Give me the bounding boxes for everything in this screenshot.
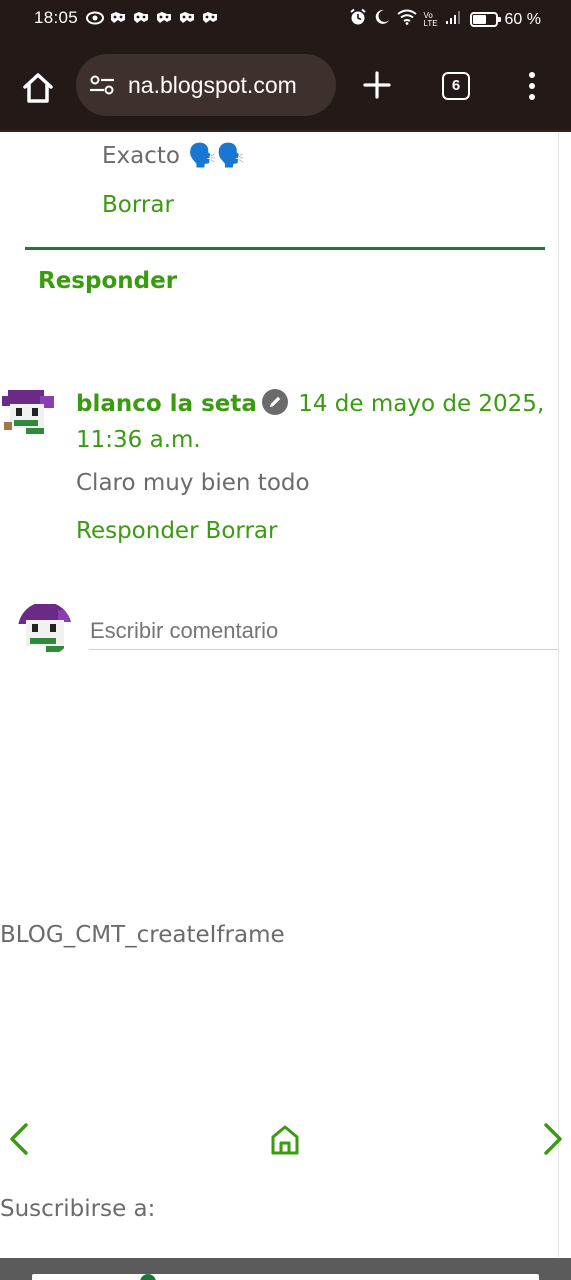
battery-icon (469, 12, 501, 27)
game-icon (178, 10, 195, 24)
more-vert-icon[interactable] (524, 70, 540, 102)
chevron-left-icon (6, 1123, 32, 1160)
status-time: 18:05 (34, 8, 79, 27)
alarm-icon (349, 8, 367, 31)
url-bar[interactable]: na.blogspot.com (76, 54, 336, 116)
battery-level (472, 15, 486, 24)
site-settings-icon[interactable] (88, 73, 118, 97)
thread-divider (25, 247, 545, 250)
home-link-button[interactable] (270, 1124, 300, 1156)
toolbar-divider (0, 130, 571, 132)
reply-button[interactable]: Responder (38, 268, 177, 294)
comment-author[interactable]: blanco la seta (76, 391, 257, 417)
chevron-right-icon (540, 1123, 566, 1160)
new-tab-button[interactable] (362, 70, 392, 100)
scrollbar[interactable] (558, 132, 571, 1257)
delete-link[interactable]: Borrar (206, 518, 278, 544)
home-button[interactable] (18, 68, 58, 108)
reply-link[interactable]: Responder (76, 518, 199, 544)
comment-body: Claro muy bien todo (76, 470, 310, 496)
moon-icon (374, 9, 390, 30)
browser-toolbar: na.blogspot.com 6 (0, 36, 571, 130)
previous-reply-text: Exacto (102, 142, 180, 169)
older-post-button[interactable] (540, 1122, 566, 1156)
speaking-head-emoji: 🗣️🗣️ (187, 143, 246, 169)
previous-reply: Exacto 🗣️🗣️ (102, 142, 246, 170)
game-icon (155, 10, 172, 24)
battery-percent: 60 % (504, 10, 541, 28)
wifi-icon (396, 9, 417, 30)
notification-icons (86, 10, 218, 25)
game-icon (109, 10, 126, 24)
game-icon (201, 10, 218, 24)
edit-icon (261, 388, 289, 416)
home-icon (18, 73, 58, 112)
avatar[interactable] (0, 386, 56, 446)
newer-post-button[interactable] (6, 1122, 32, 1156)
url-text[interactable]: na.blogspot.com (128, 72, 328, 99)
signal-icon (445, 9, 463, 30)
comment-actions: Responder Borrar (76, 518, 277, 544)
plus-icon (362, 71, 392, 104)
delete-link[interactable]: Borrar (102, 192, 174, 218)
subscribe-label: Suscribirse a: (0, 1196, 156, 1222)
game-icon (132, 10, 149, 24)
home-icon (270, 1125, 300, 1160)
system-icons: Vo LTE 60 % (349, 8, 541, 31)
network-label: Vo LTE (423, 10, 438, 28)
iframe-placeholder-text: BLOG_CMT_createIframe (0, 922, 285, 948)
avatar (18, 602, 72, 656)
eye-icon (86, 10, 104, 25)
comment-header: blanco la seta 14 de mayo de 2025, 11:36… (76, 386, 566, 458)
tabs-button[interactable]: 6 (442, 72, 470, 100)
comment-input[interactable] (89, 612, 558, 650)
status-bar: 18:05 Vo LTE 60 % (0, 0, 571, 36)
footer-card (32, 1274, 539, 1280)
